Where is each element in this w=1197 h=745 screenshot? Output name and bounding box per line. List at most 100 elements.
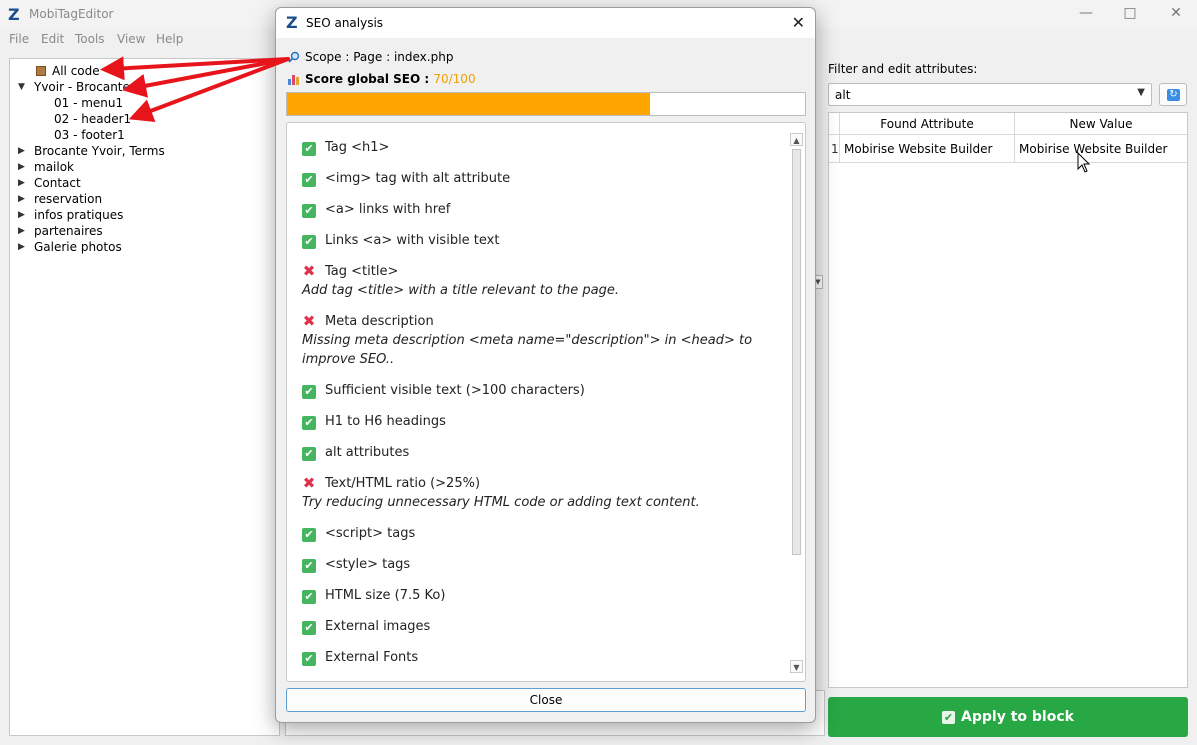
maximize-button[interactable]: □ — [1107, 2, 1153, 24]
check-icon: ✔ — [302, 416, 316, 430]
chevron-right-icon[interactable]: ▶ — [18, 175, 25, 191]
app-logo: Z — [286, 13, 298, 32]
filter-select[interactable]: alt ▼ — [828, 83, 1152, 106]
tree-item-menu1[interactable]: 01 - menu1 — [54, 95, 123, 111]
results-list[interactable]: ▲ ▼ ✔ Tag <h1> ✔ <img> tag with alt attribu… — [286, 122, 806, 682]
result-title-text: Meta description — [325, 314, 434, 329]
tree-item-label: Brocante Yvoir, Terms — [34, 144, 165, 158]
chevron-right-icon[interactable]: ▶ — [18, 143, 25, 159]
cross-icon: ✖ — [302, 474, 316, 492]
result-hint: Missing meta description <meta name="des… — [302, 333, 753, 367]
seo-analysis-dialog: Z SEO analysis ✕ Scope : Page : index.ph… — [275, 7, 816, 723]
chevron-right-icon[interactable]: ▶ — [18, 191, 25, 207]
menu-edit[interactable]: Edit — [41, 32, 64, 46]
tree-item-infos-pratiques[interactable]: ▶ infos pratiques — [18, 207, 123, 223]
result-title: ✖ Tag <title> — [302, 262, 772, 281]
chevron-right-icon[interactable]: ▶ — [18, 239, 25, 255]
menu-tools[interactable]: Tools — [75, 32, 105, 46]
score-label: Score global SEO : — [305, 72, 434, 86]
check-icon: ✔ — [302, 559, 316, 573]
cube-icon — [36, 66, 46, 76]
chevron-down-icon[interactable]: ▼ — [1137, 87, 1145, 98]
tree-item-label: mailok — [34, 160, 75, 174]
result-title-text: <style> tags — [325, 557, 411, 572]
close-button[interactable]: Close — [286, 688, 806, 712]
cross-icon: ✖ — [302, 262, 316, 280]
result-title-text: Tag <h1> — [325, 140, 390, 155]
tree-item-contact[interactable]: ▶ Contact — [18, 175, 81, 191]
result-title: ✖ Text/HTML ratio (>25%) — [302, 474, 772, 493]
result-item: ✔ alt attributes — [302, 443, 772, 462]
scroll-down-icon[interactable]: ▼ — [790, 660, 803, 673]
tree-item-galerie-photos[interactable]: ▶ Galerie photos — [18, 239, 122, 255]
result-title: ✔ <script> tags — [302, 524, 772, 543]
column-header-found[interactable]: Found Attribute — [840, 113, 1015, 135]
result-title-text: Text/HTML ratio (>25%) — [325, 476, 481, 491]
result-item: ✔ External images — [302, 617, 772, 636]
result-item: ✖ Text/HTML ratio (>25%) Try reducing unne… — [302, 474, 772, 512]
result-title-text: H1 to H6 headings — [325, 414, 446, 429]
result-item: ✔ External Fonts — [302, 648, 772, 667]
menu-help[interactable]: Help — [156, 32, 183, 46]
check-icon: ✔ — [302, 621, 316, 635]
result-title-text: <script> tags — [325, 526, 416, 541]
result-title: ✔ Tag <h1> — [302, 138, 772, 157]
tree-item-label: reservation — [34, 192, 103, 206]
check-icon: ✔ — [302, 235, 316, 249]
tree-item-label: 01 - menu1 — [54, 96, 124, 110]
page-tree[interactable]: All code ▼ Yvoir - Brocante 01 - menu1 02… — [9, 58, 280, 736]
refresh-button[interactable]: ↻ — [1159, 83, 1187, 106]
result-item: ✖ Tag <title> Add tag <title> with a title… — [302, 262, 772, 300]
check-icon: ✔ — [302, 652, 316, 666]
result-hint: Add tag <title> with a title relevant to… — [302, 283, 620, 298]
refresh-icon: ↻ — [1167, 89, 1180, 101]
apply-label: Apply to block — [961, 709, 1074, 725]
result-title: ✔ <a> links with href — [302, 200, 772, 219]
check-icon: ✔ — [302, 590, 316, 604]
tree-item-brocante-terms[interactable]: ▶ Brocante Yvoir, Terms — [18, 143, 165, 159]
scroll-thumb[interactable] — [792, 149, 801, 555]
result-title-text: HTML size (7.5 Ko) — [325, 588, 446, 603]
chevron-right-icon[interactable]: ▶ — [18, 207, 25, 223]
filter-value: alt — [835, 88, 851, 102]
tree-item-header1[interactable]: 02 - header1 — [54, 111, 131, 127]
scroll-up-icon[interactable]: ▲ — [790, 133, 803, 146]
tree-item-partenaires[interactable]: ▶ partenaires — [18, 223, 103, 239]
score-line: Score global SEO : 70/100 — [288, 72, 476, 86]
tree-item-all-code[interactable]: All code — [36, 63, 100, 79]
check-icon: ✔ — [302, 173, 316, 187]
row-index: 1 — [829, 135, 840, 163]
tree-item-footer1[interactable]: 03 - footer1 — [54, 127, 125, 143]
cell-found-attribute[interactable]: Mobirise Website Builder — [840, 135, 1015, 163]
minimize-button[interactable]: — — [1063, 2, 1109, 24]
result-title-text: Tag <title> — [325, 264, 399, 279]
cell-new-value[interactable]: Mobirise Website Builder — [1015, 135, 1187, 163]
score-value: 70/100 — [433, 72, 476, 86]
tree-item-label: Galerie photos — [34, 240, 122, 254]
menu-view[interactable]: View — [117, 32, 145, 46]
mouse-cursor-icon — [1077, 152, 1091, 173]
result-title-text: <img> tag with alt attribute — [325, 171, 511, 186]
chevron-down-icon[interactable]: ▼ — [18, 79, 25, 95]
result-item: ✔ <script> tags — [302, 524, 772, 543]
tree-item-reservation[interactable]: ▶ reservation — [18, 191, 102, 207]
column-header-new[interactable]: New Value — [1015, 113, 1187, 135]
bar-chart-icon — [288, 75, 299, 85]
close-window-button[interactable]: ✕ — [1153, 2, 1197, 24]
close-icon[interactable]: ✕ — [792, 13, 805, 32]
results-scrollbar[interactable]: ▲ ▼ — [790, 133, 803, 673]
attribute-table[interactable]: Found Attribute New Value 1 Mobirise Web… — [828, 112, 1188, 688]
scope-label: Scope : Page : index.php — [305, 50, 454, 64]
tree-item-yvoir-brocante[interactable]: ▼ Yvoir - Brocante — [18, 79, 130, 95]
result-item: ✔ <a> links with href — [302, 200, 772, 219]
menu-file[interactable]: File — [9, 32, 29, 46]
tree-item-mailok[interactable]: ▶ mailok — [18, 159, 74, 175]
apply-to-block-button[interactable]: ✔ Apply to block — [828, 697, 1188, 737]
result-title: ✔ Sufficient visible text (>100 character… — [302, 381, 772, 400]
result-hint: Try reducing unnecessary HTML code or ad… — [302, 495, 700, 510]
tree-item-label: 03 - footer1 — [54, 128, 125, 142]
chevron-right-icon[interactable]: ▶ — [18, 223, 25, 239]
result-title: ✔ H1 to H6 headings — [302, 412, 772, 431]
tree-item-label: infos pratiques — [34, 208, 124, 222]
chevron-right-icon[interactable]: ▶ — [18, 159, 25, 175]
